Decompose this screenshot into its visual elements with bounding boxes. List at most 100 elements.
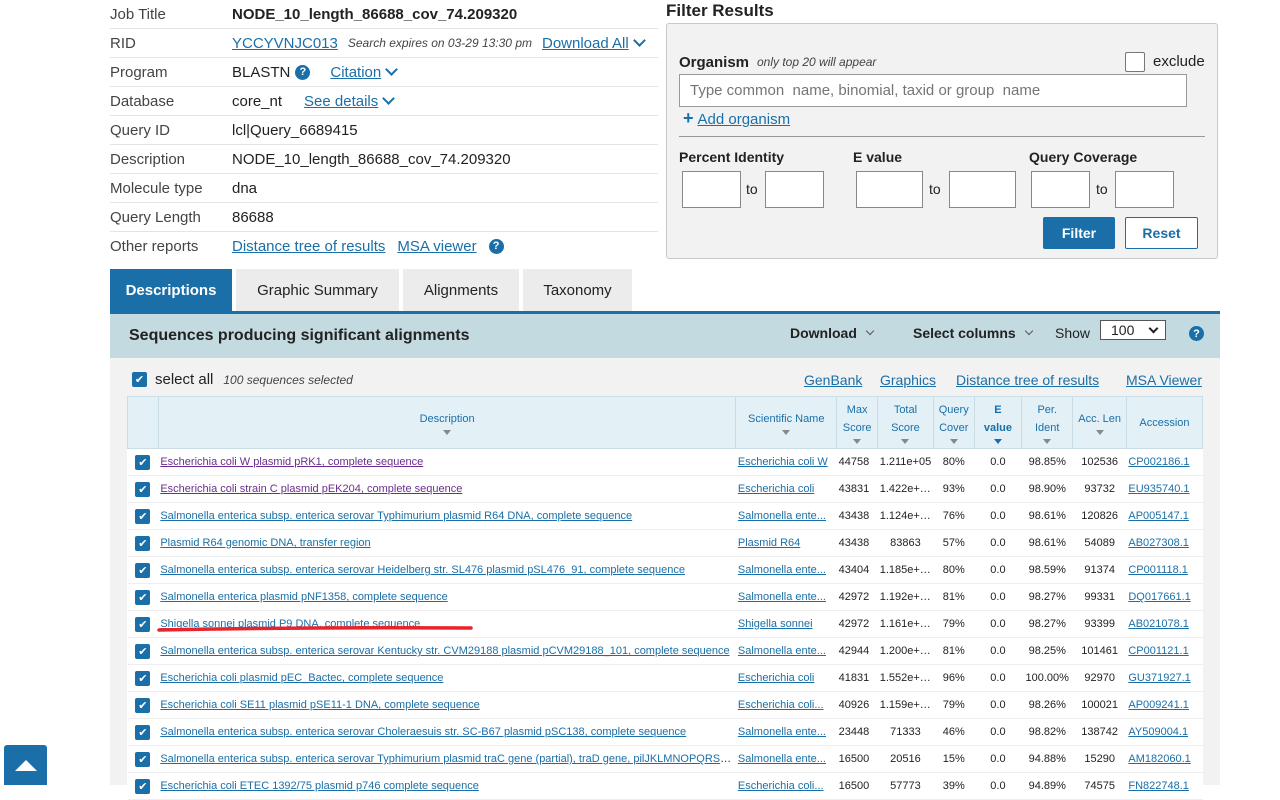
header-description[interactable]: Description: [157, 396, 737, 449]
row-checkbox[interactable]: ✔: [135, 670, 151, 686]
percent-identity-max-input[interactable]: [765, 171, 824, 208]
header-scientific-name[interactable]: Scientific Name: [735, 396, 838, 449]
e-value-min-input[interactable]: [856, 171, 923, 208]
row-checkbox[interactable]: ✔: [135, 562, 151, 578]
scientific-name-link[interactable]: Salmonella ente...: [738, 591, 826, 603]
organism-input[interactable]: [679, 74, 1187, 107]
chevron-down-icon[interactable]: [385, 62, 399, 76]
chevron-down-icon[interactable]: [865, 326, 875, 336]
chevron-down-icon[interactable]: [632, 33, 646, 47]
download-dropdown[interactable]: Download: [790, 325, 875, 341]
accession-link[interactable]: AB027308.1: [1128, 537, 1189, 549]
accession-link[interactable]: AP005147.1: [1128, 510, 1189, 522]
select-columns-dropdown[interactable]: Select columns: [913, 325, 1033, 341]
description-link[interactable]: Salmonella enterica subsp. enterica sero…: [160, 564, 685, 576]
chevron-down-icon[interactable]: [1024, 326, 1033, 336]
tab-graphic-summary[interactable]: Graphic Summary: [236, 269, 399, 312]
add-organism-label[interactable]: Add organism: [698, 111, 791, 128]
description-link[interactable]: Escherichia coli SE11 plasmid pSE11-1 DN…: [160, 699, 479, 711]
header-e-value[interactable]: Evalue: [973, 396, 1023, 449]
scientific-name-link[interactable]: Plasmid R64: [738, 537, 800, 549]
row-checkbox[interactable]: ✔: [135, 616, 151, 632]
select-all-label[interactable]: select all: [155, 371, 213, 388]
description-link[interactable]: Salmonella enterica subsp. enterica sero…: [160, 510, 632, 522]
row-checkbox[interactable]: ✔: [135, 481, 151, 497]
msa-viewer-results-link[interactable]: MSA Viewer: [1126, 372, 1202, 388]
row-checkbox[interactable]: ✔: [135, 724, 151, 740]
description-link[interactable]: Salmonella enterica subsp. enterica sero…: [160, 645, 729, 657]
row-checkbox[interactable]: ✔: [135, 751, 151, 767]
scientific-name-link[interactable]: Escherichia coli W: [738, 456, 828, 468]
scientific-name-link[interactable]: Salmonella ente...: [738, 753, 826, 765]
tab-alignments[interactable]: Alignments: [403, 269, 519, 312]
download-label[interactable]: Download: [790, 325, 857, 341]
sort-icon[interactable]: [949, 439, 958, 444]
header-total-score[interactable]: Total Score: [877, 396, 934, 449]
msa-viewer-link[interactable]: MSA viewer: [397, 238, 476, 255]
description-link[interactable]: Salmonella enterica subsp. enterica sero…: [160, 753, 736, 765]
query-coverage-min-input[interactable]: [1031, 171, 1090, 208]
description-link[interactable]: Salmonella enterica subsp. enterica sero…: [160, 726, 686, 738]
scroll-to-top-button[interactable]: [4, 745, 47, 785]
scientific-name-link[interactable]: Escherichia coli...: [738, 699, 824, 711]
chevron-down-icon[interactable]: [382, 91, 396, 105]
header-accession[interactable]: Accession: [1125, 396, 1204, 449]
help-icon[interactable]: ?: [295, 64, 311, 80]
row-checkbox[interactable]: ✔: [135, 535, 151, 551]
tab-taxonomy[interactable]: Taxonomy: [523, 269, 632, 312]
add-organism-link[interactable]: + Add organism: [683, 108, 790, 129]
citation-link[interactable]: Citation: [330, 64, 381, 81]
header-query-cover[interactable]: Query Cover: [932, 396, 975, 449]
accession-link[interactable]: DQ017661.1: [1128, 591, 1190, 603]
header-max-score[interactable]: Max Score: [836, 396, 879, 449]
download-all-link[interactable]: Download All: [542, 35, 629, 52]
row-checkbox[interactable]: ✔: [135, 508, 151, 524]
sort-icon[interactable]: [1095, 430, 1104, 435]
scientific-name-link[interactable]: Salmonella ente...: [738, 564, 826, 576]
accession-link[interactable]: CP001118.1: [1128, 564, 1188, 576]
row-checkbox[interactable]: ✔: [135, 643, 151, 659]
select-columns-label[interactable]: Select columns: [913, 325, 1016, 341]
accession-link[interactable]: AP009241.1: [1128, 699, 1189, 711]
scientific-name-link[interactable]: Salmonella ente...: [738, 645, 826, 657]
accession-link[interactable]: AB021078.1: [1128, 618, 1189, 630]
scientific-name-link[interactable]: Salmonella ente...: [738, 726, 826, 738]
header-per-ident[interactable]: Per. Ident: [1021, 396, 1074, 449]
scientific-name-link[interactable]: Escherichia coli: [738, 672, 814, 684]
description-link[interactable]: Escherichia coli strain C plasmid pEK204…: [160, 483, 462, 495]
description-link[interactable]: Plasmid R64 genomic DNA, transfer region: [160, 537, 370, 549]
scientific-name-link[interactable]: Escherichia coli: [738, 483, 814, 495]
filter-button[interactable]: Filter: [1043, 217, 1115, 249]
exclude-checkbox[interactable]: [1125, 52, 1145, 72]
description-link[interactable]: Escherichia coli ETEC 1392/75 plasmid p7…: [160, 780, 479, 792]
reset-button[interactable]: Reset: [1125, 217, 1198, 249]
sort-icon[interactable]: [1043, 439, 1052, 444]
description-link[interactable]: Escherichia coli W plasmid pRK1, complet…: [160, 456, 423, 468]
accession-link[interactable]: EU935740.1: [1128, 483, 1189, 495]
accession-link[interactable]: AM182060.1: [1128, 753, 1190, 765]
help-icon[interactable]: ?: [488, 238, 504, 254]
accession-link[interactable]: CP001121.1: [1128, 645, 1188, 657]
row-checkbox[interactable]: ✔: [135, 454, 151, 470]
select-all-checkbox[interactable]: ✔: [132, 372, 147, 387]
see-details-link[interactable]: See details: [304, 93, 378, 110]
distance-tree-link[interactable]: Distance tree of results: [232, 238, 385, 255]
graphics-link[interactable]: Graphics: [880, 372, 936, 388]
accession-link[interactable]: FN822748.1: [1128, 780, 1189, 792]
query-coverage-max-input[interactable]: [1115, 171, 1174, 208]
header-acc-len[interactable]: Acc. Len: [1072, 396, 1127, 449]
distance-tree-results-link[interactable]: Distance tree of results: [956, 372, 1099, 388]
show-count-select[interactable]: 100: [1100, 320, 1166, 340]
percent-identity-min-input[interactable]: [682, 171, 741, 208]
sort-icon[interactable]: [993, 439, 1002, 444]
rid-link[interactable]: YCCYVNJC013: [232, 35, 338, 52]
scientific-name-link[interactable]: Shigella sonnei: [738, 618, 813, 630]
row-checkbox[interactable]: ✔: [135, 589, 151, 605]
accession-link[interactable]: CP002186.1: [1128, 456, 1189, 468]
genbank-link[interactable]: GenBank: [804, 372, 862, 388]
accession-link[interactable]: GU371927.1: [1128, 672, 1190, 684]
row-checkbox[interactable]: ✔: [135, 778, 151, 794]
row-checkbox[interactable]: ✔: [135, 697, 151, 713]
description-link[interactable]: Salmonella enterica plasmid pNF1358, com…: [160, 591, 447, 603]
sort-icon[interactable]: [443, 430, 452, 435]
